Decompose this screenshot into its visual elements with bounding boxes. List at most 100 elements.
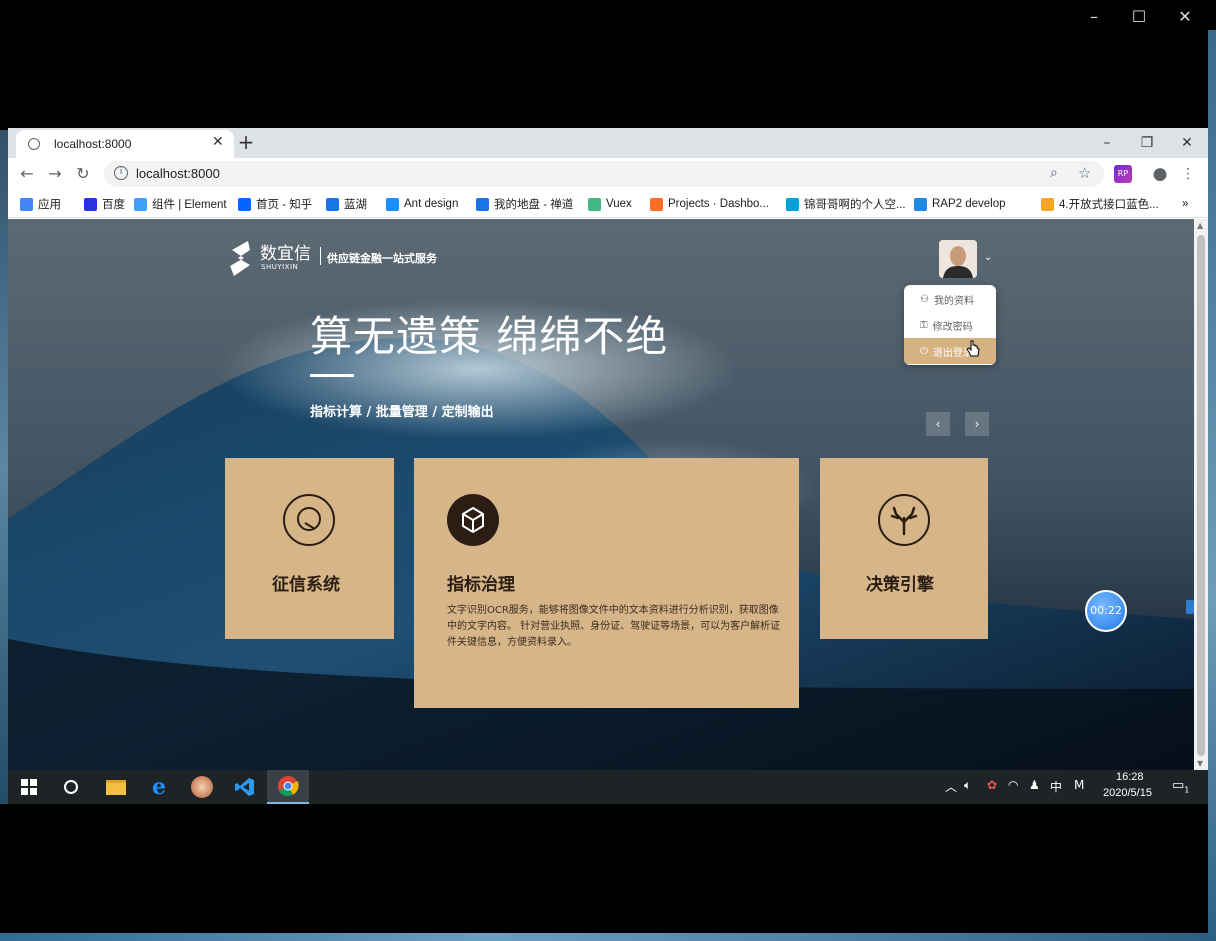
clock-time[interactable]: 16:28 — [1116, 771, 1144, 783]
notification-icon[interactable]: ▭1 — [1172, 778, 1189, 795]
zhihu-logo-icon — [238, 197, 251, 211]
outer-maximize-button[interactable]: ☐ — [1128, 6, 1150, 28]
bookmark-item[interactable]: Ant design — [386, 196, 458, 212]
outer-close-button[interactable]: ✕ — [1174, 6, 1196, 28]
bookmark-item[interactable]: 组件 | Element — [134, 196, 227, 212]
cortana-circle-icon — [64, 780, 78, 794]
menu-item-label: 我的资料 — [933, 295, 974, 307]
page-scrollbar[interactable]: ▲ ▼ — [1194, 219, 1208, 770]
scroll-thumb[interactable] — [1197, 235, 1205, 756]
bookmark-label: 百度 — [102, 199, 125, 211]
chevron-down-icon[interactable]: ⌄ — [984, 252, 994, 263]
bookmark-item[interactable]: Vuex — [588, 196, 632, 212]
ime-mode-indicator[interactable]: M — [1074, 778, 1084, 792]
desktop-wallpaper-right — [1208, 0, 1216, 941]
taskbar-edge[interactable]: e — [138, 770, 180, 804]
cortana-button[interactable] — [50, 770, 92, 804]
bookmark-star-icon[interactable]: ☆ — [1078, 164, 1091, 182]
tray-app-flower-icon[interactable]: ✿ — [987, 778, 997, 792]
browser-toolbar: ← → ↻ i localhost:8000 ⌕ ☆ RP ● ⋮ — [8, 158, 1208, 190]
cube-icon — [447, 494, 499, 546]
bookmark-item[interactable]: 蓝湖 — [326, 196, 367, 212]
tray-expand-icon[interactable]: ︿ — [945, 778, 957, 795]
bookmark-label: Vuex — [606, 198, 632, 210]
url-text[interactable]: localhost:8000 — [136, 166, 220, 181]
card-credit-system[interactable]: 征信系统 — [225, 458, 394, 639]
taskbar-vscode[interactable] — [224, 770, 266, 804]
rp-extension-icon[interactable]: RP — [1114, 165, 1132, 183]
lanhu-logo-icon — [326, 197, 339, 211]
windows-taskbar: e ︿ 🔈︎ ✿ ◠ ♟ 中 M 16:28 2020/5/15 ▭1 — [8, 770, 1208, 804]
taskbar-chrome[interactable] — [267, 770, 309, 804]
browser-minimize-button[interactable]: – — [1096, 132, 1118, 154]
timer-badge[interactable]: 00:22 — [1085, 590, 1127, 632]
avatar-photo — [939, 240, 977, 278]
side-tab[interactable] — [1186, 600, 1194, 614]
brand-name: 数宜信 — [260, 244, 311, 264]
bookmarks-overflow-icon[interactable]: » — [1182, 196, 1188, 212]
card-title: 指标治理 — [447, 575, 515, 595]
menu-item-logout[interactable]: ⏻ 退出登录 — [904, 338, 996, 364]
bookmark-item[interactable]: Projects · Dashbo... — [650, 196, 769, 212]
card-title: 决策引擎 — [866, 575, 934, 595]
browser-tab[interactable]: localhost:8000 ✕ — [16, 130, 234, 158]
address-bar[interactable]: i localhost:8000 ⌕ ☆ — [104, 161, 1104, 187]
browser-close-button[interactable]: ✕ — [1176, 132, 1198, 154]
outer-minimize-button[interactable]: – — [1083, 6, 1105, 28]
hero-title: 算无遗策 绵绵不绝 — [310, 312, 669, 361]
bookmark-item[interactable]: 首页 - 知乎 — [238, 196, 312, 212]
volume-icon[interactable]: 🔈︎ — [964, 778, 971, 793]
menu-item-change-password[interactable]: ⚿ 修改密码 — [904, 312, 996, 338]
vue-logo-icon — [588, 197, 601, 211]
bilibili-logo-icon — [786, 197, 799, 211]
bookmark-label: 我的地盘 - 禅道 — [494, 199, 574, 211]
bookmark-item[interactable]: 我的地盘 - 禅道 — [476, 196, 573, 212]
start-button[interactable] — [8, 770, 50, 804]
screen: { "browser": { "tab_title": "localhost:8… — [0, 0, 1216, 941]
tree-branch-icon — [878, 494, 930, 546]
forward-icon[interactable]: → — [45, 164, 65, 184]
wifi-icon[interactable]: ◠ — [1008, 778, 1018, 792]
ime-indicator[interactable]: 中 — [1050, 778, 1062, 795]
bookmark-item[interactable]: 锦哥哥啊的个人空... — [786, 196, 906, 212]
scroll-down-icon[interactable]: ▼ — [1197, 759, 1203, 768]
bookmarks-bar: 应用 百度 组件 | Element 首页 - 知乎 蓝湖 Ant design 我的地盘 … — [8, 190, 1208, 218]
taskbar-app-avatar[interactable] — [181, 770, 223, 804]
windows-logo-icon — [21, 779, 37, 795]
menu-kebab-icon[interactable]: ⋮ — [1179, 165, 1197, 183]
reload-icon[interactable]: ↻ — [73, 164, 93, 184]
gitlab-logo-icon — [650, 197, 663, 211]
new-tab-button[interactable]: + — [235, 131, 257, 153]
back-icon[interactable]: ← — [17, 164, 37, 184]
user-dropdown-menu: ⚇ 我的资料 ⚿ 修改密码 ⏻ 退出登录 — [904, 285, 996, 365]
menu-item-profile[interactable]: ⚇ 我的资料 — [904, 286, 996, 312]
taskbar-explorer[interactable] — [95, 770, 137, 804]
qq-penguin-icon[interactable]: ♟ — [1029, 778, 1040, 792]
tab-title: localhost:8000 — [54, 137, 132, 151]
zoom-icon[interactable]: ⌕ — [1050, 165, 1058, 181]
bookmark-item[interactable]: RAP2 develop — [914, 196, 1006, 212]
browser-restore-button[interactable]: ❐ — [1136, 132, 1158, 154]
apps-grid-icon — [20, 197, 33, 211]
edge-logo-icon: e — [152, 774, 166, 800]
bookmark-item[interactable]: 4.开放式接口蓝色... — [1041, 196, 1159, 212]
brand-divider — [320, 247, 321, 265]
bookmark-item[interactable]: 应用 — [20, 196, 61, 212]
brand-logo-icon — [230, 241, 250, 276]
scroll-up-icon[interactable]: ▲ — [1197, 221, 1203, 230]
carousel-prev-button[interactable]: ‹ — [926, 412, 950, 436]
profile-icon[interactable]: ● — [1151, 165, 1169, 183]
info-icon[interactable]: i — [114, 166, 128, 180]
brand-slogan: 供应链金融一站式服务 — [327, 252, 437, 265]
bookmark-item[interactable]: 百度 — [84, 196, 125, 212]
card-indicator-governance[interactable]: 指标治理 文字识别OCR服务，能够将图像文件中的文本资料进行分析识别，获取图像中… — [414, 458, 799, 708]
card-decision-engine[interactable]: 决策引擎 — [820, 458, 988, 639]
clock-date[interactable]: 2020/5/15 — [1103, 787, 1152, 799]
doc-icon — [1041, 197, 1054, 211]
carousel-next-button[interactable]: › — [965, 412, 989, 436]
card-title: 征信系统 — [272, 575, 340, 595]
tab-close-button[interactable]: ✕ — [212, 134, 224, 150]
tab-strip: localhost:8000 ✕ + – ❐ ✕ — [8, 128, 1208, 158]
avatar[interactable] — [939, 240, 977, 278]
rap2-logo-icon — [914, 197, 927, 211]
